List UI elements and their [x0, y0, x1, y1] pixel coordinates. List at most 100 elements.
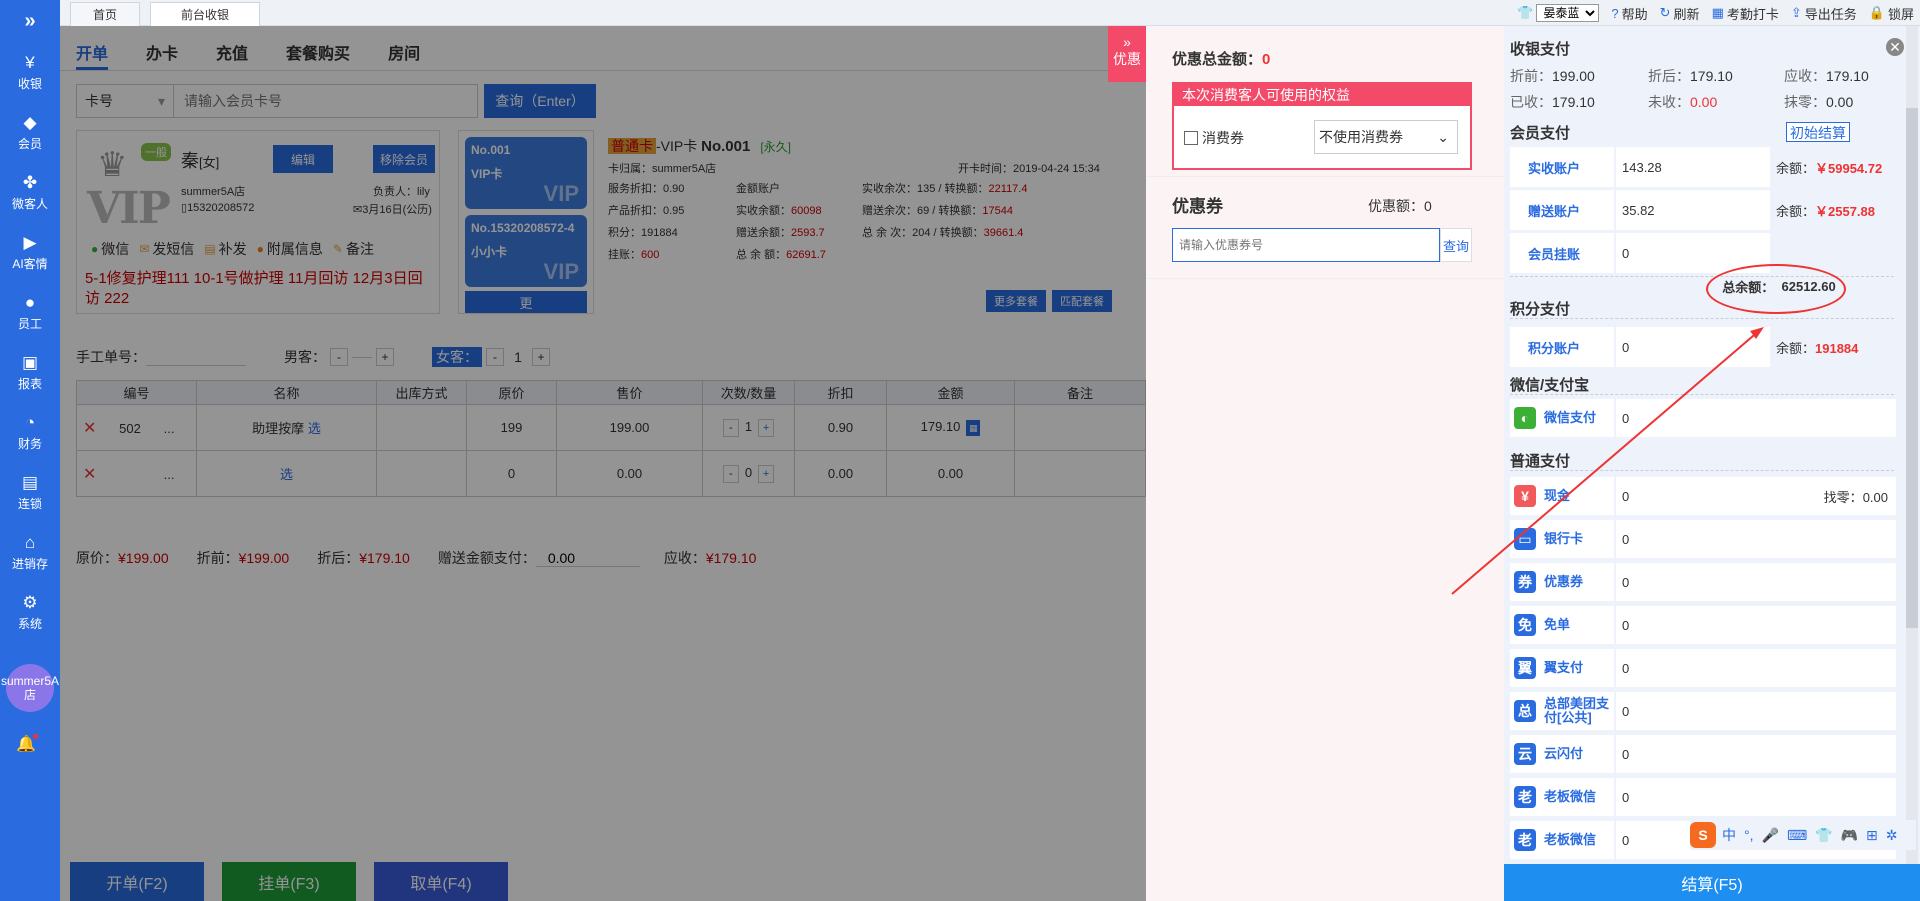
vip-card-item[interactable]: No.15320208572-4 小小卡 VIP — [465, 215, 587, 287]
extra-info-action[interactable]: ● 附属信息 — [257, 239, 323, 259]
more-cards-button[interactable]: 更 — [465, 291, 587, 313]
more-packages-button[interactable]: 更多套餐 — [986, 290, 1046, 312]
pick-link[interactable]: 选 — [308, 421, 321, 436]
sidebar-item[interactable]: ▣ 报表 — [0, 342, 60, 402]
ime-toolbar[interactable]: S 中 °, 🎤 ⌨ 👕 🎮 ⊞ ✲ — [1690, 820, 1916, 850]
item-code[interactable]: 502 — [100, 421, 160, 436]
sidebar-item[interactable]: ◆ 会员 — [0, 102, 60, 162]
take-order-button[interactable]: 取单(F4) — [374, 862, 508, 901]
attendance-link[interactable]: ▦ 考勤打卡 — [1712, 4, 1779, 23]
export-link[interactable]: ⇪ 导出任务 — [1791, 4, 1857, 23]
qty-plus-button[interactable]: + — [758, 464, 775, 483]
close-icon[interactable]: ✕ — [1886, 38, 1904, 56]
female-minus-button[interactable]: - — [486, 348, 504, 366]
vip-card-item[interactable]: No.001 VIP卡 VIP — [465, 137, 587, 209]
bell-icon[interactable]: 🔔 — [16, 734, 38, 754]
more-dots[interactable]: ... — [164, 421, 175, 436]
item-amount[interactable]: 179.10 — [921, 419, 961, 434]
payment-method-input[interactable]: 0 找零：0.00 — [1616, 477, 1896, 515]
item-sale[interactable]: 199.00 — [556, 404, 703, 451]
item-out[interactable] — [376, 404, 467, 451]
item-out[interactable] — [376, 450, 467, 497]
subtab-issue-card[interactable]: 办卡 — [146, 34, 178, 70]
sidebar-item[interactable]: ● 员工 — [0, 282, 60, 342]
account-points-input[interactable]: 0 — [1616, 327, 1770, 367]
item-discount[interactable]: 0.90 — [794, 404, 887, 451]
manual-no-input[interactable] — [146, 348, 246, 366]
sidebar-item[interactable]: ◔ 财务 — [0, 402, 60, 462]
more-dots[interactable]: ... — [164, 467, 175, 482]
item-qty[interactable]: 1 — [745, 419, 752, 434]
hang-order-button[interactable]: 挂单(F3) — [222, 862, 356, 901]
sidebar-item[interactable]: ▶ AI客情 — [0, 222, 60, 282]
payment-method-input[interactable]: 0 — [1616, 520, 1896, 558]
avatar[interactable]: summer5A店 — [1, 664, 59, 712]
sidebar-item[interactable]: ✤ 微客人 — [0, 162, 60, 222]
male-minus-button[interactable]: - — [330, 348, 348, 366]
member-card-input[interactable] — [174, 84, 478, 118]
item-qty[interactable]: 0 — [745, 465, 752, 480]
item-sale[interactable]: 0.00 — [556, 450, 703, 497]
discount-toggle[interactable]: » 优惠 — [1108, 26, 1146, 82]
payment-method-input[interactable]: 0 — [1616, 735, 1896, 773]
payment-method-input[interactable]: 0 — [1616, 778, 1896, 816]
query-button[interactable]: 查询（Enter） — [484, 84, 596, 118]
search-type-select[interactable]: 卡号 ▾ — [76, 84, 174, 118]
subtab-recharge[interactable]: 充值 — [216, 34, 248, 70]
remove-member-button[interactable]: 移除会员 — [373, 145, 435, 173]
match-packages-button[interactable]: 匹配套餐 — [1052, 290, 1112, 312]
edit-button[interactable]: 编辑 — [273, 145, 333, 173]
subtab-package[interactable]: 套餐购买 — [286, 34, 350, 70]
item-remark[interactable] — [1014, 404, 1146, 451]
qty-minus-button[interactable]: - — [722, 464, 739, 483]
pick-link[interactable]: 选 — [280, 467, 293, 482]
delete-icon[interactable]: ✕ — [83, 466, 96, 483]
female-plus-button[interactable]: + — [532, 348, 550, 366]
coupon-input[interactable] — [1172, 228, 1440, 262]
payment-method-input[interactable]: 0 — [1616, 563, 1896, 601]
consume-coupon-checkbox[interactable]: 消费券 — [1184, 128, 1244, 148]
consume-coupon-select[interactable]: 不使用消费券 ⌄ — [1314, 120, 1458, 154]
init-settle-button[interactable]: 初始结算 — [1786, 122, 1850, 142]
gift-amount-input[interactable] — [535, 549, 640, 567]
sidebar-item[interactable]: ▤ 连锁 — [0, 462, 60, 522]
sidebar-item[interactable]: ⌂ 进销存 — [0, 522, 60, 582]
tab-home[interactable]: 首页 — [70, 2, 140, 26]
delete-icon[interactable]: ✕ — [83, 420, 96, 437]
qty-plus-button[interactable]: + — [758, 418, 775, 437]
shirt-icon[interactable]: 👕 — [1517, 5, 1536, 21]
refresh-link[interactable]: ↻ 刷新 — [1660, 4, 1700, 23]
wechat-action[interactable]: ● 微信 — [91, 239, 129, 259]
calculator-icon[interactable]: ▦ — [966, 420, 981, 436]
subtab-room[interactable]: 房间 — [388, 34, 420, 70]
payment-method-input[interactable]: 0 — [1616, 692, 1896, 730]
sidebar-item[interactable]: ⚙ 系统 — [0, 582, 60, 642]
remark-action[interactable]: ✎ 备注 — [333, 239, 374, 259]
scrollbar[interactable] — [1906, 108, 1918, 628]
reissue-action[interactable]: ▤ 补发 — [204, 239, 246, 259]
subtab-open-order[interactable]: 开单 — [76, 34, 109, 70]
payment-method-input[interactable]: 0 — [1616, 606, 1896, 644]
male-plus-button[interactable]: + — [376, 348, 394, 366]
coupon-query-button[interactable]: 查询 — [1440, 228, 1472, 262]
expand-sidebar-icon[interactable]: » — [0, 0, 60, 42]
sms-action[interactable]: ✉ 发短信 — [139, 239, 194, 259]
qty-minus-button[interactable]: - — [722, 418, 739, 437]
account-gift-input[interactable]: 35.82 — [1616, 190, 1770, 230]
item-discount[interactable]: 0.00 — [794, 450, 887, 497]
store-select[interactable]: 晏泰蓝 — [1536, 4, 1600, 22]
male-count[interactable] — [352, 356, 372, 358]
tab-front-cashier[interactable]: 前台收银 — [150, 2, 260, 26]
account-real-input[interactable]: 143.28 — [1616, 147, 1770, 187]
item-amount[interactable]: 0.00 — [938, 466, 963, 481]
payment-method-input[interactable]: 0 — [1616, 649, 1896, 687]
sidebar-item[interactable]: ¥ 收银 — [0, 42, 60, 102]
checkout-button[interactable]: 结算(F5) — [1504, 864, 1920, 901]
points-pay-title: 积分支付 — [1510, 301, 1571, 318]
lock-link[interactable]: 🔒 锁屏 — [1869, 4, 1914, 23]
help-link[interactable]: ? 帮助 — [1611, 4, 1647, 23]
open-order-button[interactable]: 开单(F2) — [70, 862, 204, 901]
item-remark[interactable] — [1014, 450, 1146, 497]
payment-method-input[interactable]: 0 — [1616, 399, 1896, 437]
female-count[interactable]: 1 — [508, 349, 528, 365]
